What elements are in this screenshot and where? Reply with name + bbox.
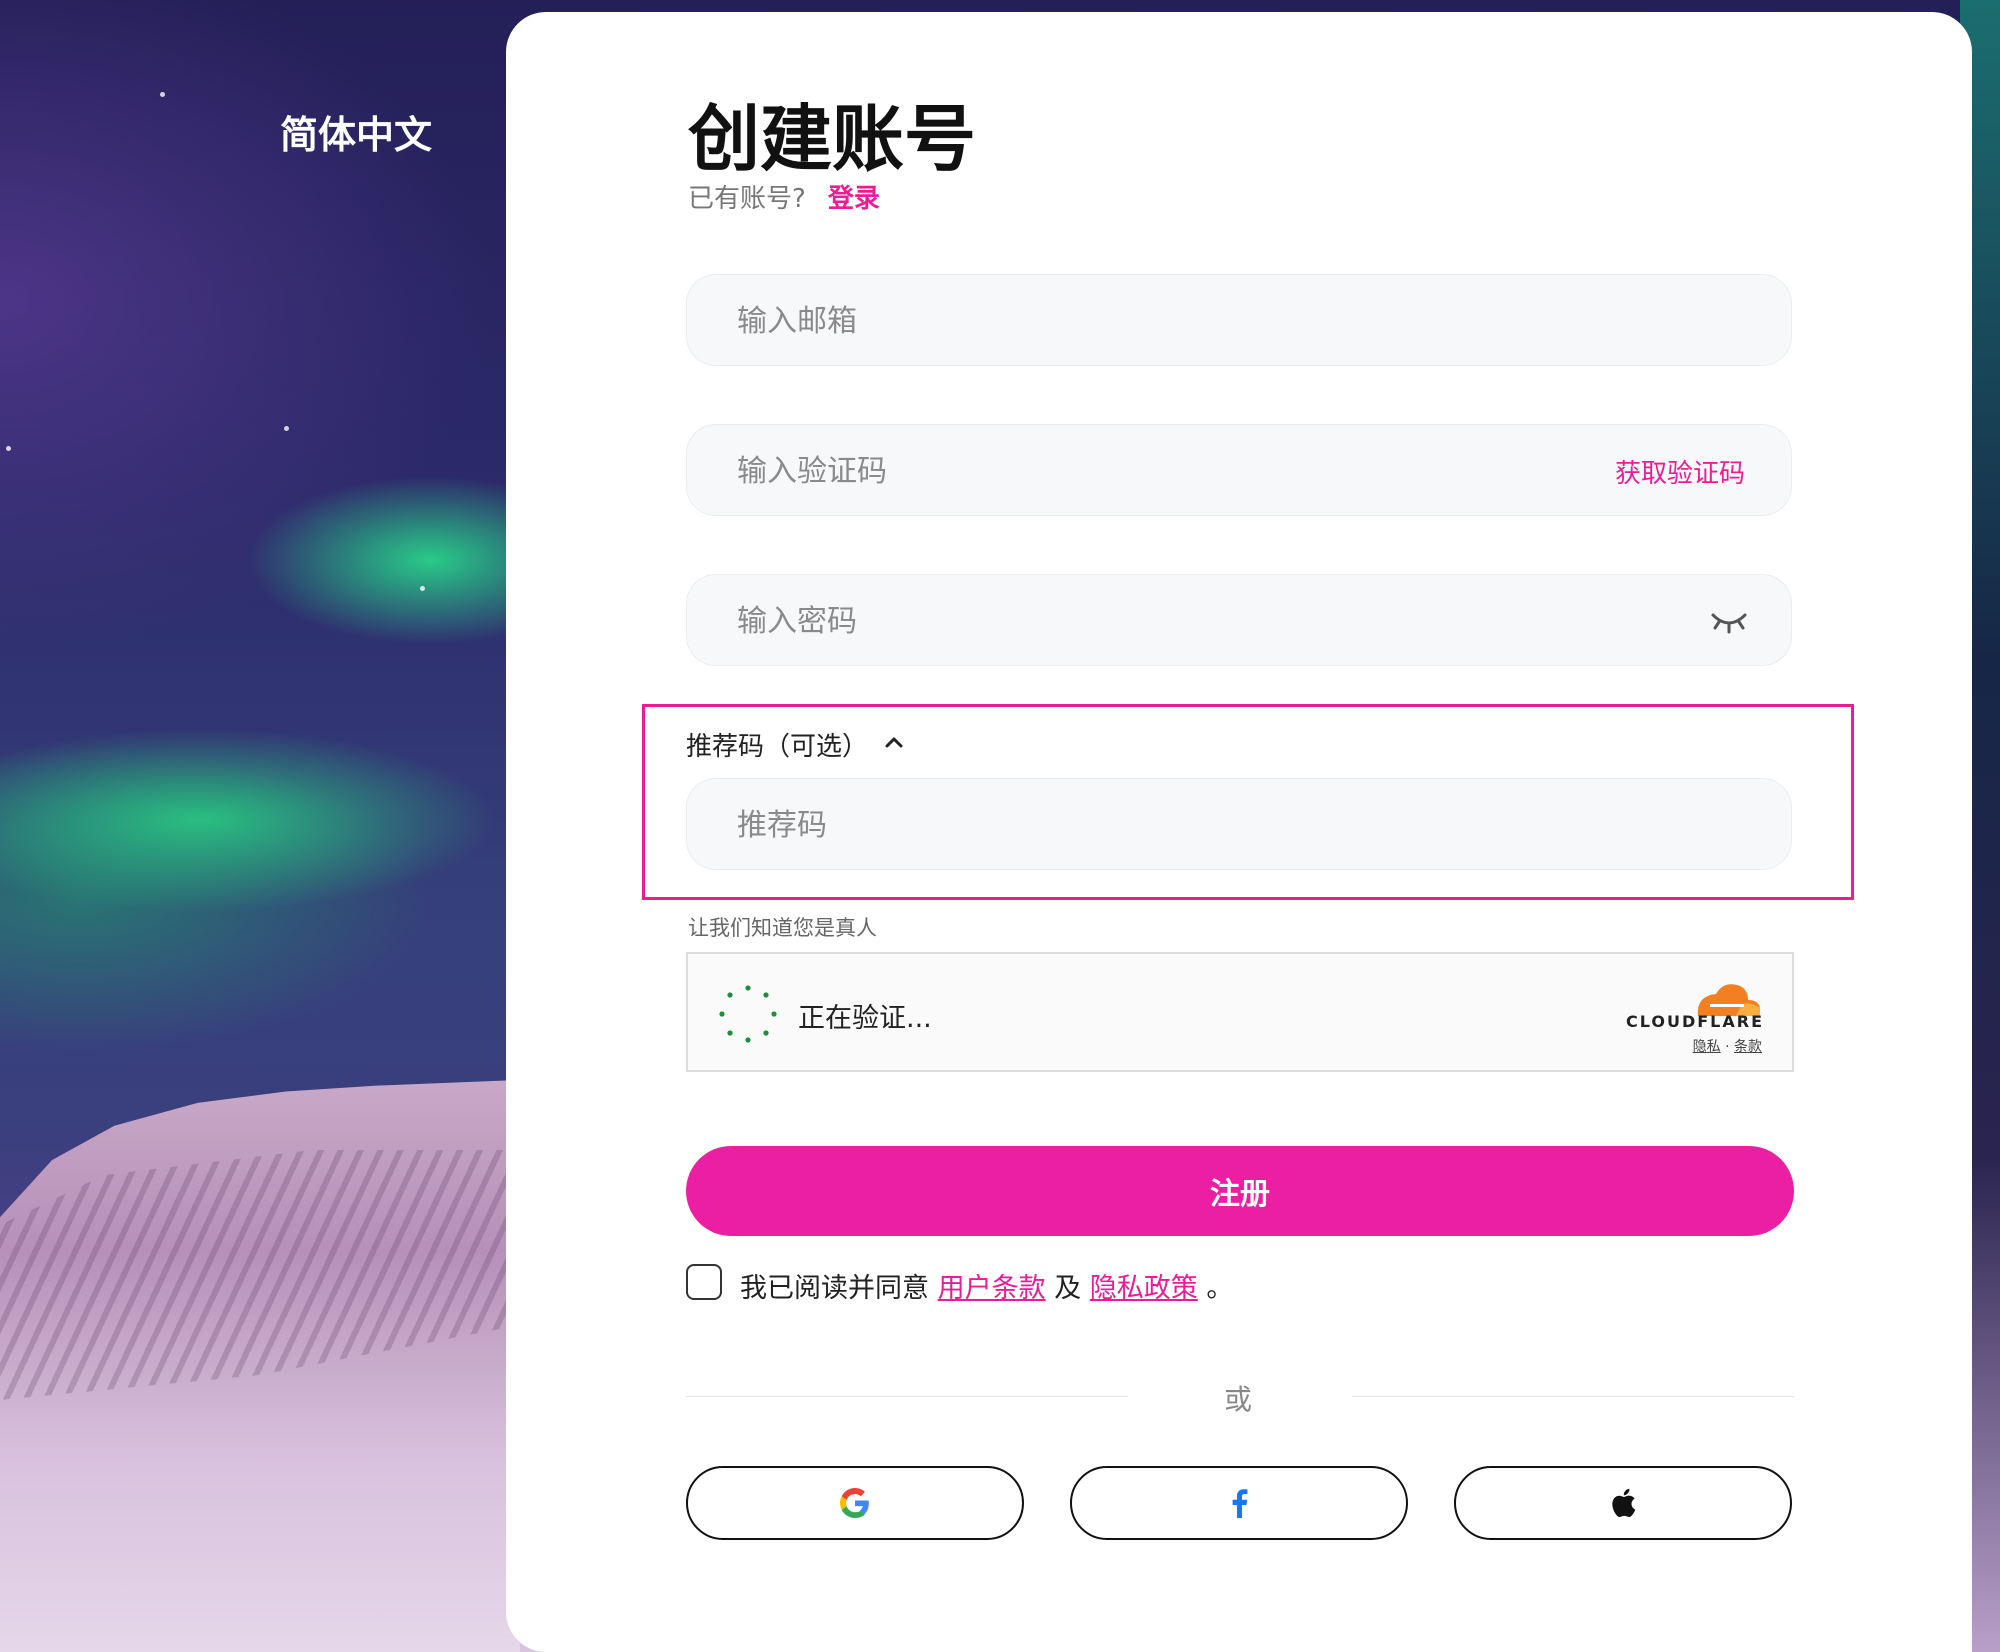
login-link[interactable]: 登录: [828, 184, 880, 214]
cloudflare-terms-link[interactable]: 条款: [1734, 1039, 1762, 1055]
star: [6, 446, 11, 451]
loading-spinner-icon: [719, 985, 777, 1043]
privacy-policy-link[interactable]: 隐私政策: [1090, 1273, 1198, 1304]
or-divider-text: 或: [1224, 1383, 1253, 1416]
star: [160, 92, 165, 97]
chevron-up-icon[interactable]: [880, 730, 908, 754]
referral-field-container: [686, 778, 1792, 871]
referral-input[interactable]: [735, 779, 1539, 871]
email-field-container: [686, 274, 1792, 367]
agreement-prefix: 我已阅读并同意: [740, 1273, 929, 1304]
language-selector[interactable]: 简体中文: [280, 104, 432, 159]
get-code-button[interactable]: 获取验证码: [1615, 453, 1745, 490]
password-field-container: [686, 574, 1792, 667]
captcha-status: 正在验证...: [798, 1003, 932, 1034]
verification-code-input[interactable]: [735, 425, 1539, 517]
facebook-icon: [1232, 1489, 1248, 1518]
human-verification-prompt: 让我们知道您是真人: [688, 916, 877, 940]
divider-right: [1352, 1396, 1794, 1397]
code-field-container: 获取验证码: [686, 424, 1792, 517]
divider-left: [686, 1396, 1128, 1397]
cloudflare-captcha[interactable]: 正在验证... CLOUDFLARE 隐私 · 条款: [686, 952, 1794, 1072]
have-account-text: 已有账号?: [688, 184, 806, 214]
agreement-text: 我已阅读并同意 用户条款 及 隐私政策 。: [740, 1266, 1233, 1305]
agreement-suffix: 。: [1206, 1273, 1234, 1304]
apple-login-button[interactable]: [1454, 1466, 1792, 1540]
cloudflare-link-separator: ·: [1725, 1039, 1730, 1055]
cloudflare-brand: CLOUDFLARE: [1626, 1012, 1764, 1031]
login-prompt: 已有账号? 登录: [688, 178, 880, 215]
google-icon: [840, 1488, 869, 1518]
referral-label: 推荐码（可选）: [686, 732, 869, 762]
apple-icon: [1612, 1488, 1636, 1518]
agreement-and: 及: [1054, 1273, 1082, 1304]
google-login-button[interactable]: [686, 1466, 1024, 1540]
cloudflare-links: 隐私 · 条款: [1693, 1036, 1762, 1056]
agree-checkbox[interactable]: [686, 1264, 722, 1300]
eye-closed-icon[interactable]: [1709, 607, 1749, 635]
email-input[interactable]: [735, 275, 1539, 367]
register-button[interactable]: 注册: [686, 1146, 1794, 1236]
star: [420, 586, 425, 591]
page-title: 创建账号: [688, 97, 977, 181]
facebook-login-button[interactable]: [1070, 1466, 1408, 1540]
star: [284, 426, 289, 431]
password-input[interactable]: [735, 575, 1539, 667]
user-terms-link[interactable]: 用户条款: [938, 1273, 1046, 1304]
cloudflare-privacy-link[interactable]: 隐私: [1693, 1039, 1721, 1055]
